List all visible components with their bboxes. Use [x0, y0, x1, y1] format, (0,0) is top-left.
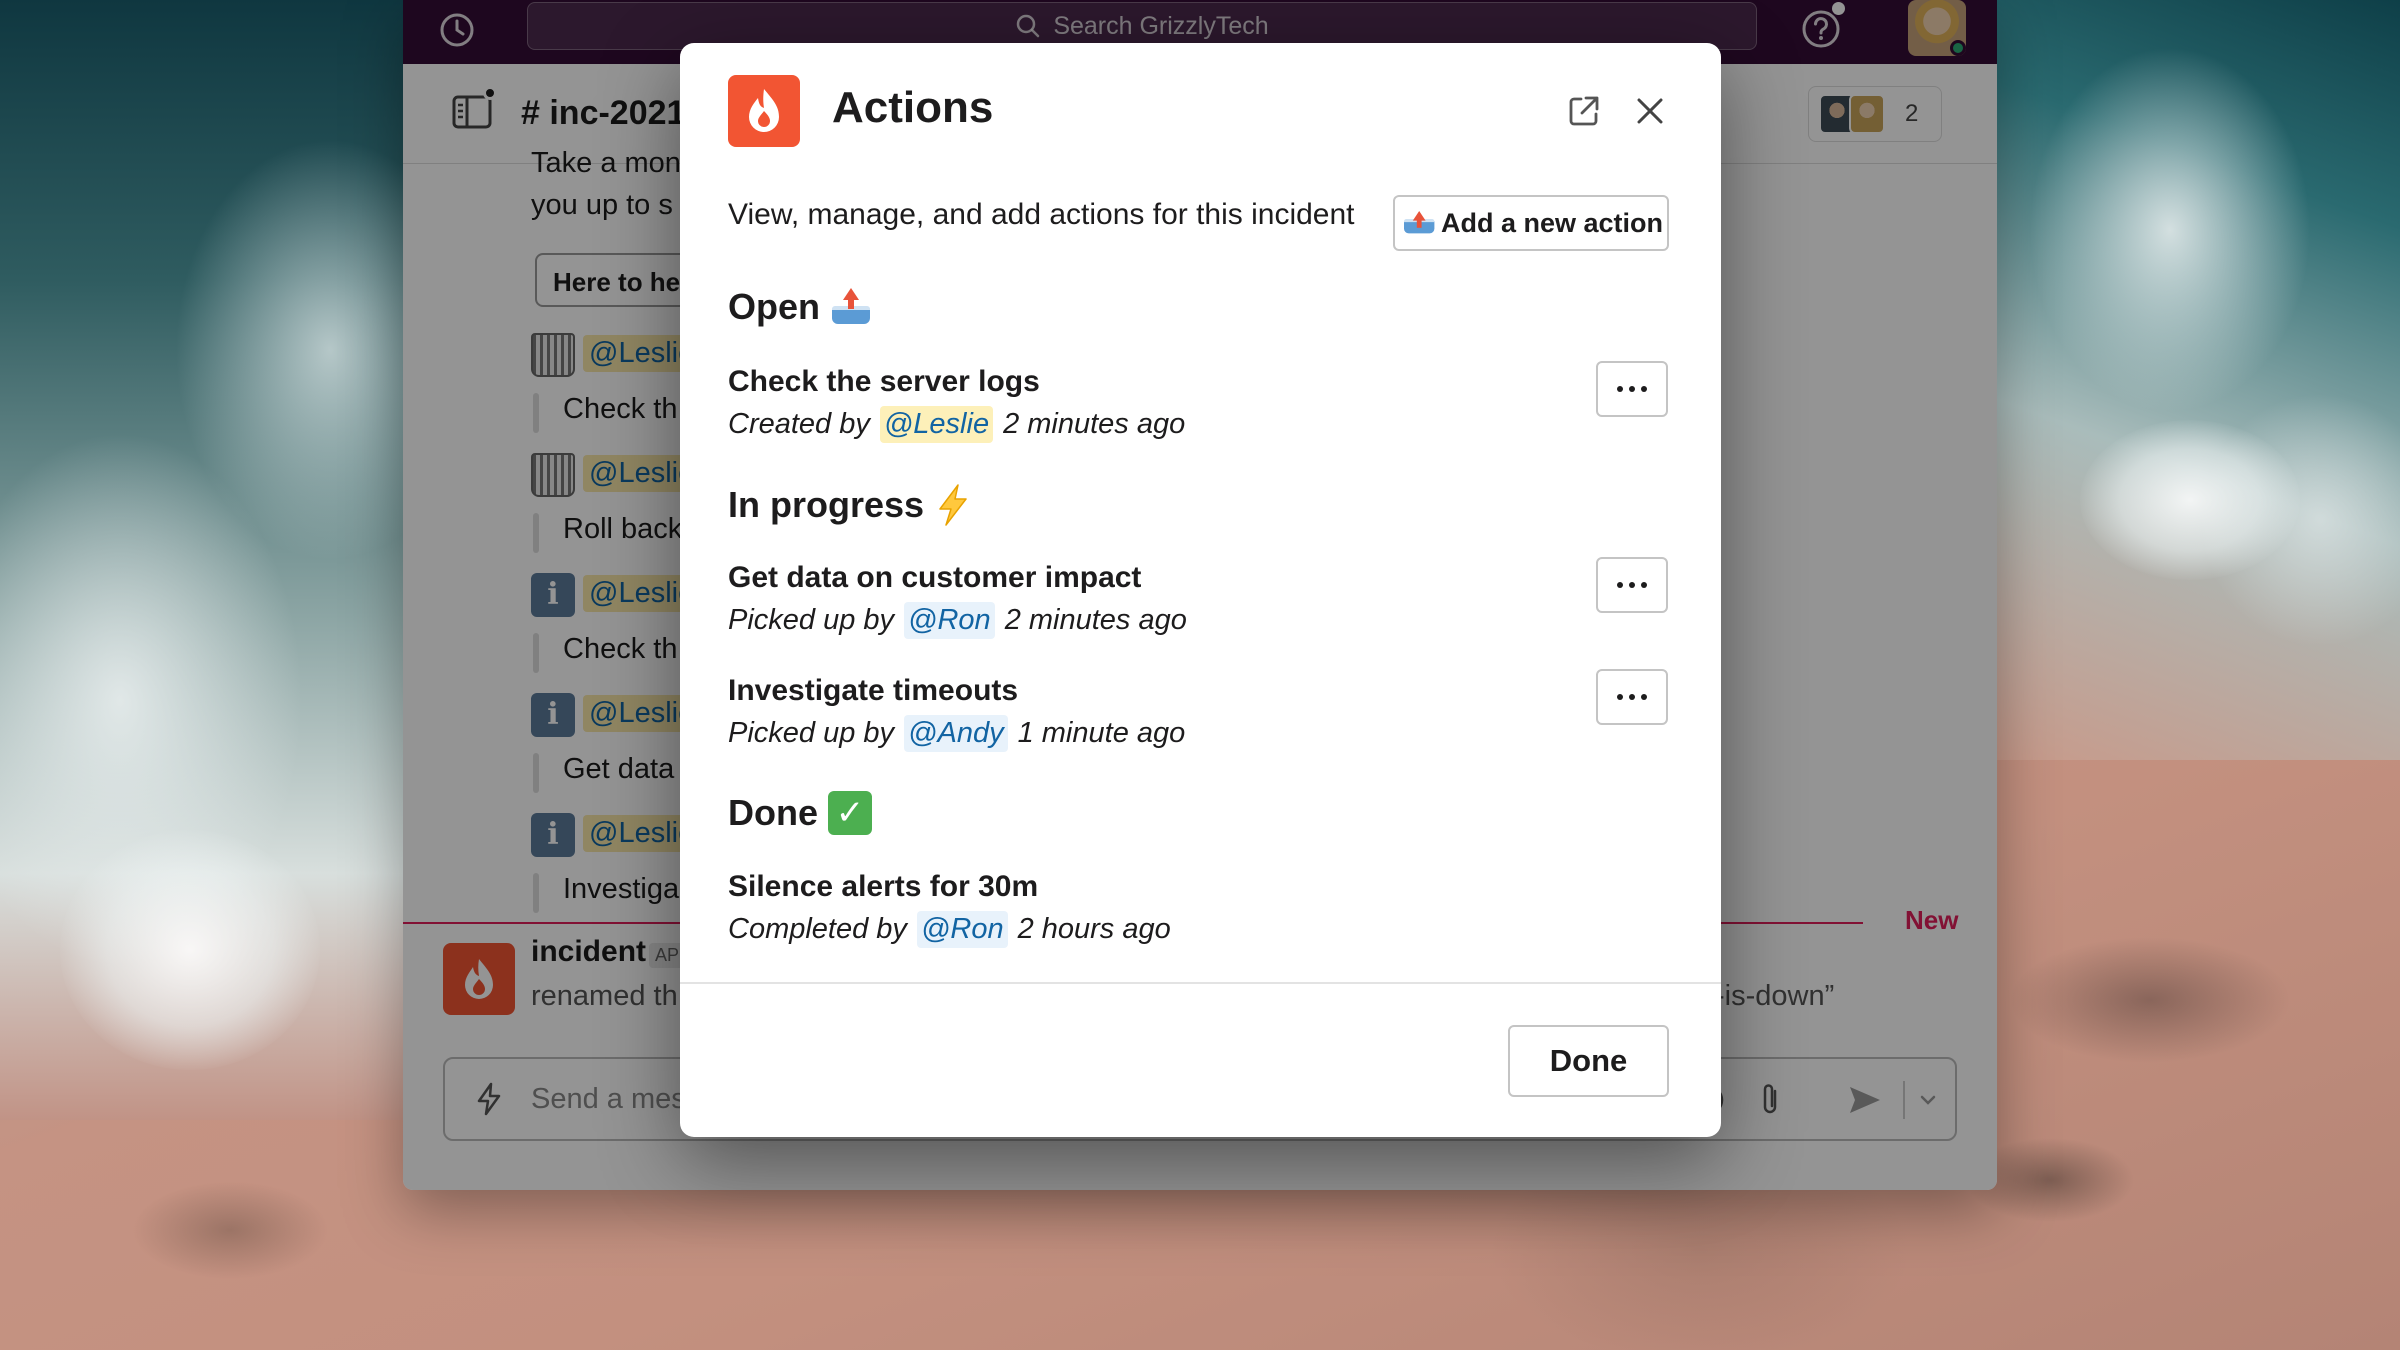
- action-overflow-menu-button[interactable]: [1596, 669, 1668, 725]
- modal-footer-divider: [680, 982, 1721, 984]
- action-title: Silence alerts for 30m: [728, 870, 1039, 903]
- action-time: 2 hours ago: [1017, 913, 1171, 945]
- action-overflow-menu-button[interactable]: [1596, 557, 1668, 613]
- action-verb: Picked up by: [728, 717, 895, 749]
- close-icon[interactable]: [1630, 91, 1670, 131]
- inbox-tray-icon: [1402, 211, 1435, 235]
- open-in-new-window-icon[interactable]: [1564, 91, 1604, 131]
- action-verb: Completed by: [728, 913, 907, 945]
- action-meta: Picked up by @Andy 1 minute ago: [728, 715, 1185, 752]
- inbox-tray-icon: [830, 288, 872, 326]
- actions-modal: Actions View, manage, and add actions fo…: [680, 43, 1721, 1137]
- action-title: Check the server logs: [728, 365, 1040, 398]
- add-new-action-button[interactable]: Add a new action: [1393, 195, 1669, 251]
- action-time: 2 minutes ago: [1003, 408, 1186, 440]
- check-mark-button-icon: ✓: [828, 791, 872, 835]
- action-title: Investigate timeouts: [728, 674, 1019, 707]
- section-heading-in-progress: In progress: [728, 483, 972, 527]
- action-meta: Completed by @Ron 2 hours ago: [728, 911, 1171, 948]
- user-mention[interactable]: @Andy: [904, 715, 1008, 752]
- wave-foam: [60, 830, 320, 1070]
- action-meta: Picked up by @Ron 2 minutes ago: [728, 602, 1187, 639]
- modal-description: View, manage, and add actions for this i…: [728, 198, 1355, 231]
- modal-title: Actions: [832, 83, 994, 132]
- action-time: 2 minutes ago: [1004, 604, 1187, 636]
- section-heading-label: Open: [728, 286, 821, 327]
- action-title: Get data on customer impact: [728, 561, 1142, 594]
- action-overflow-menu-button[interactable]: [1596, 361, 1668, 417]
- add-new-action-label: Add a new action: [1440, 207, 1664, 238]
- section-heading-label: In progress: [728, 484, 925, 525]
- action-verb: Created by: [728, 408, 870, 440]
- section-heading-open: Open: [728, 286, 872, 328]
- user-mention[interactable]: @Leslie: [879, 406, 994, 443]
- done-button[interactable]: Done: [1508, 1025, 1669, 1097]
- wave-foam: [2080, 420, 2300, 580]
- section-heading-label: Done: [728, 792, 818, 833]
- user-mention[interactable]: @Ron: [916, 911, 1008, 948]
- ocean-waves-right: [1990, 0, 2400, 760]
- section-heading-done: Done ✓: [728, 791, 872, 835]
- action-meta: Created by @Leslie 2 minutes ago: [728, 406, 1185, 443]
- action-verb: Picked up by: [728, 604, 895, 636]
- high-voltage-icon: [939, 484, 967, 526]
- flame-icon: [749, 89, 779, 132]
- user-mention[interactable]: @Ron: [904, 602, 995, 639]
- action-time: 1 minute ago: [1017, 717, 1186, 749]
- incident-app-logo: [728, 75, 800, 147]
